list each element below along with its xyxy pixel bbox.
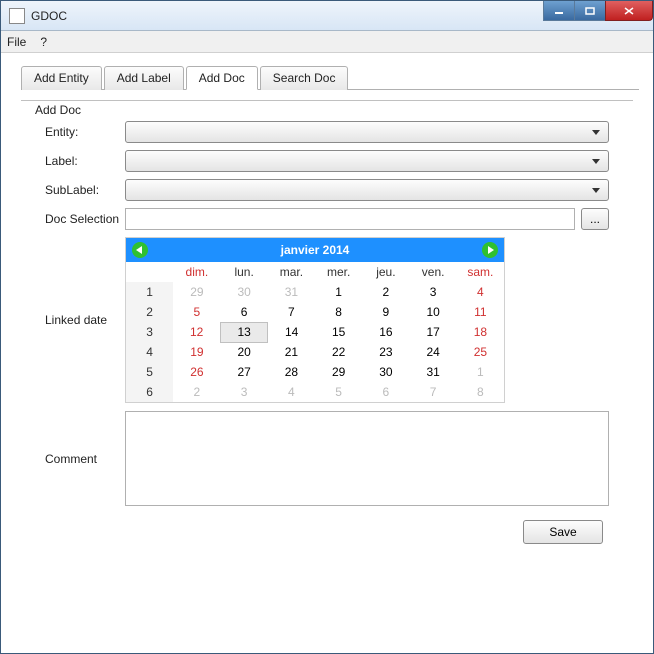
calendar-day[interactable]: 2 <box>362 282 409 302</box>
calendar-day[interactable]: 3 <box>410 282 457 302</box>
calendar: janvier 2014 dim.lun.mar.mer.jeu.ven.sam… <box>125 237 505 403</box>
calendar-day[interactable]: 7 <box>410 382 457 402</box>
calendar-day[interactable]: 22 <box>315 342 362 362</box>
save-label: Save <box>549 525 576 539</box>
calendar-day[interactable]: 19 <box>173 342 220 362</box>
comment-input[interactable] <box>125 411 609 506</box>
calendar-day[interactable]: 1 <box>457 362 504 382</box>
calendar-day[interactable]: 14 <box>268 322 315 342</box>
calendar-day[interactable]: 10 <box>410 302 457 322</box>
calendar-day[interactable]: 4 <box>457 282 504 302</box>
fieldset-legend: Add Doc <box>31 103 85 117</box>
next-month-icon[interactable] <box>482 242 498 258</box>
docsel-label: Doc Selection <box>45 212 125 226</box>
calendar-day[interactable]: 23 <box>362 342 409 362</box>
calendar-day[interactable]: 26 <box>173 362 220 382</box>
week-number: 5 <box>126 362 173 382</box>
calendar-day[interactable]: 1 <box>315 282 362 302</box>
calendar-day[interactable]: 12 <box>173 322 220 342</box>
calendar-day[interactable]: 6 <box>362 382 409 402</box>
tab-search-doc[interactable]: Search Doc <box>260 66 349 90</box>
calendar-header: janvier 2014 <box>126 238 504 262</box>
week-col-header <box>126 262 173 282</box>
calendar-day[interactable]: 8 <box>457 382 504 402</box>
calendar-day[interactable]: 3 <box>221 382 268 402</box>
dayname-lun.: lun. <box>221 262 268 282</box>
tabs: Add Entity Add Label Add Doc Search Doc <box>21 65 639 90</box>
menu-file[interactable]: File <box>7 35 26 49</box>
comment-label: Comment <box>45 452 125 466</box>
titlebar: GDOC <box>1 1 653 31</box>
calendar-day[interactable]: 21 <box>268 342 315 362</box>
calendar-day[interactable]: 7 <box>268 302 315 322</box>
add-doc-form: Entity: Label: SubLabel: Doc Selection .… <box>15 101 639 506</box>
calendar-day[interactable]: 29 <box>173 282 220 302</box>
calendar-day[interactable]: 28 <box>268 362 315 382</box>
sublabel-combo[interactable] <box>125 179 609 201</box>
label-label: Label: <box>45 154 125 168</box>
calendar-day[interactable]: 25 <box>457 342 504 362</box>
dayname-ven.: ven. <box>410 262 457 282</box>
prev-month-icon[interactable] <box>132 242 148 258</box>
calendar-day[interactable]: 20 <box>221 342 268 362</box>
app-window: GDOC File ? Add Entity Add Label Add Doc… <box>0 0 654 654</box>
calendar-grid: dim.lun.mar.mer.jeu.ven.sam. 12930311234… <box>126 262 504 402</box>
calendar-day[interactable]: 31 <box>268 282 315 302</box>
week-number: 3 <box>126 322 173 342</box>
label-combo[interactable] <box>125 150 609 172</box>
dayname-sam.: sam. <box>457 262 504 282</box>
docsel-input[interactable] <box>125 208 575 230</box>
week-number: 6 <box>126 382 173 402</box>
week-number: 4 <box>126 342 173 362</box>
dayname-mar.: mar. <box>268 262 315 282</box>
entity-combo[interactable] <box>125 121 609 143</box>
calendar-day[interactable]: 11 <box>457 302 504 322</box>
maximize-button[interactable] <box>574 1 606 21</box>
calendar-day[interactable]: 29 <box>315 362 362 382</box>
browse-label: ... <box>590 212 600 226</box>
save-button[interactable]: Save <box>523 520 603 544</box>
calendar-day[interactable]: 5 <box>173 302 220 322</box>
calendar-day[interactable]: 30 <box>362 362 409 382</box>
calendar-day[interactable]: 27 <box>221 362 268 382</box>
window-title: GDOC <box>31 9 67 23</box>
week-number: 2 <box>126 302 173 322</box>
tab-add-entity[interactable]: Add Entity <box>21 66 102 90</box>
app-icon <box>9 8 25 24</box>
calendar-day[interactable]: 24 <box>410 342 457 362</box>
dayname-jeu.: jeu. <box>362 262 409 282</box>
calendar-day[interactable]: 6 <box>221 302 268 322</box>
tab-add-doc[interactable]: Add Doc <box>186 66 258 90</box>
content-area: Add Entity Add Label Add Doc Search Doc … <box>1 53 653 653</box>
menu-help[interactable]: ? <box>40 35 47 49</box>
calendar-day[interactable]: 16 <box>362 322 409 342</box>
week-number: 1 <box>126 282 173 302</box>
calendar-day[interactable]: 17 <box>410 322 457 342</box>
calendar-day[interactable]: 2 <box>173 382 220 402</box>
minimize-button[interactable] <box>543 1 575 21</box>
calendar-day[interactable]: 31 <box>410 362 457 382</box>
calendar-day[interactable]: 15 <box>315 322 362 342</box>
dayname-dim.: dim. <box>173 262 220 282</box>
calendar-day[interactable]: 9 <box>362 302 409 322</box>
window-controls <box>544 1 653 21</box>
calendar-day[interactable]: 13 <box>221 322 268 342</box>
calendar-day[interactable]: 8 <box>315 302 362 322</box>
calendar-day[interactable]: 5 <box>315 382 362 402</box>
entity-label: Entity: <box>45 125 125 139</box>
calendar-day[interactable]: 4 <box>268 382 315 402</box>
close-button[interactable] <box>605 1 653 21</box>
dayname-mer.: mer. <box>315 262 362 282</box>
browse-button[interactable]: ... <box>581 208 609 230</box>
calendar-day[interactable]: 30 <box>221 282 268 302</box>
tab-add-label[interactable]: Add Label <box>104 66 184 90</box>
calendar-day[interactable]: 18 <box>457 322 504 342</box>
sublabel-label: SubLabel: <box>45 183 125 197</box>
menubar: File ? <box>1 31 653 53</box>
linked-date-label: Linked date <box>45 313 125 327</box>
calendar-title: janvier 2014 <box>281 243 350 257</box>
